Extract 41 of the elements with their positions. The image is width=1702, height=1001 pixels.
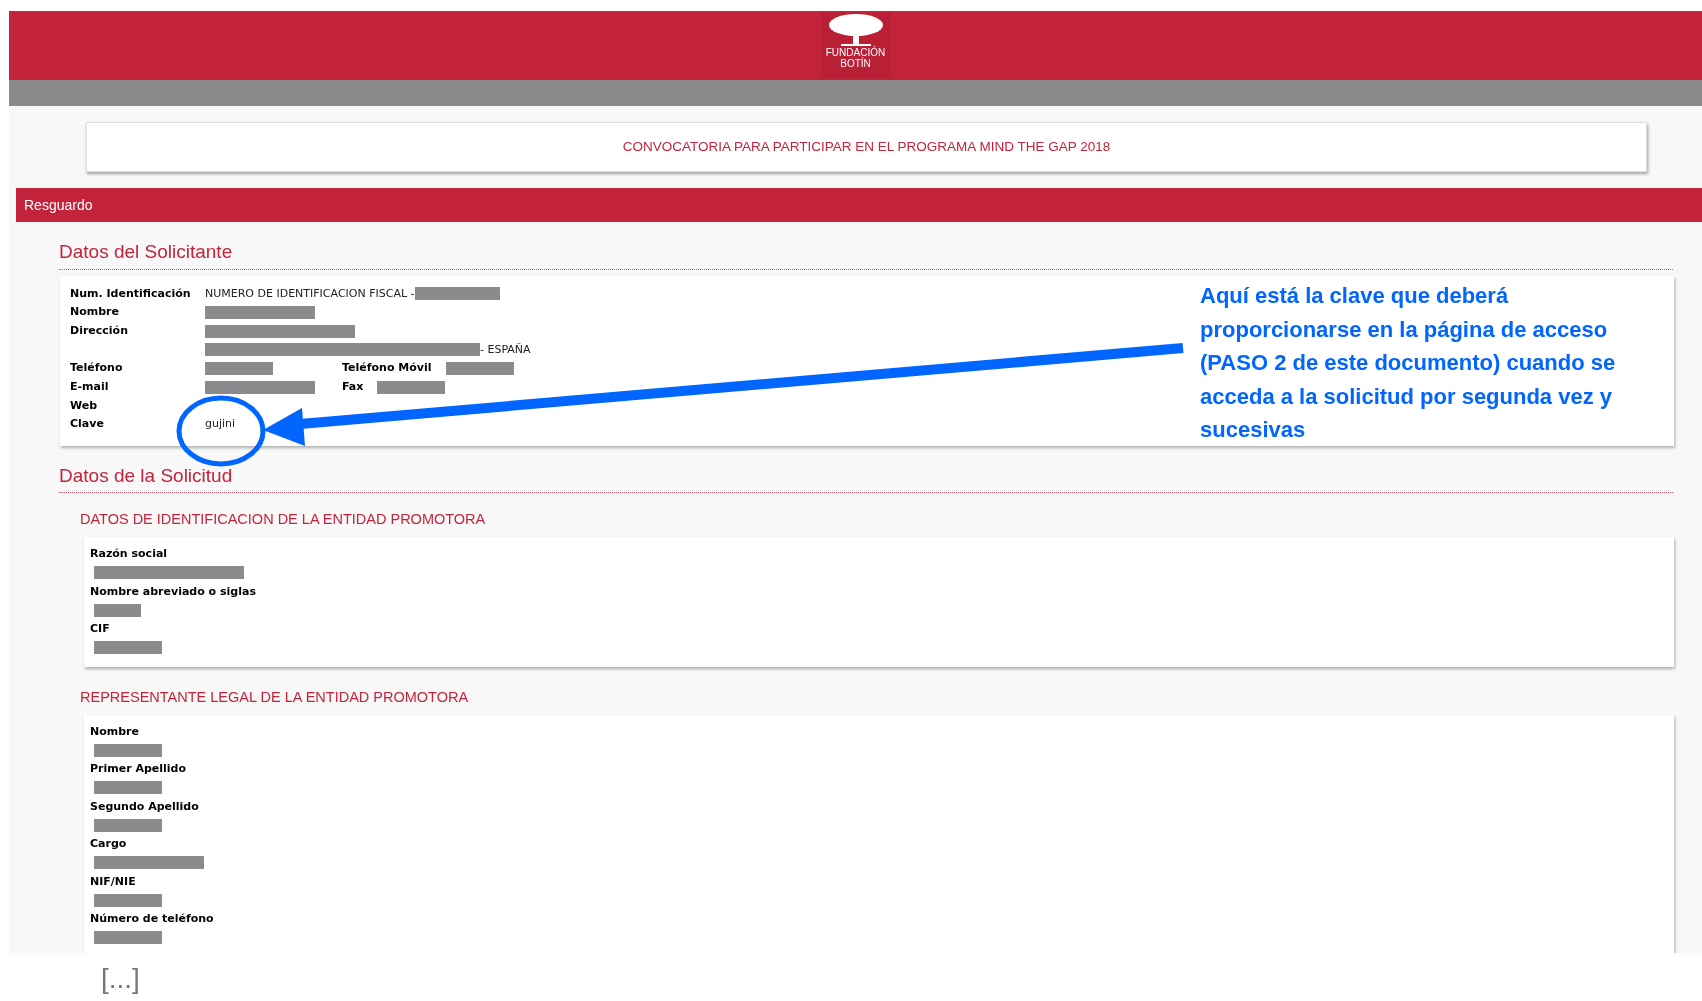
field-label: Primer Apellido: [90, 761, 188, 777]
redaction-block: [377, 380, 446, 394]
redaction-block: [94, 603, 141, 617]
field-label: CIF: [90, 621, 111, 637]
logo-text: BOTÍN: [840, 58, 871, 69]
ellipsis-text: [...]: [101, 963, 140, 994]
redaction-block: [205, 362, 273, 376]
field-label: Fax: [342, 378, 364, 395]
annotation-text: Aquí está la clave que deberá proporcionarse en la página de acceso (PASO 2 de este documento) cuando se acceda a la solicitud por segunda vez y sucesivas: [1200, 282, 1617, 444]
subsection-heading: DATOS DE IDENTIFICACION DE LA ENTIDAD PROMOTORA: [80, 511, 486, 527]
field-label: Clave: [70, 417, 104, 431]
redaction-block: [94, 931, 162, 944]
field-label: Nombre abreviado o siglas: [90, 583, 257, 600]
redaction-block: [94, 641, 162, 654]
field-label: Web: [70, 398, 98, 412]
field-label: Nombre: [90, 723, 140, 740]
redaction-block: [94, 743, 162, 757]
field-label: Número de teléfono: [90, 911, 215, 927]
field-label: Num. Identificación: [70, 286, 191, 300]
logo-text: FUNDACIÓN: [825, 47, 886, 58]
redaction-block: [94, 893, 162, 907]
field-label: Segundo Apellido: [90, 798, 200, 815]
field-label: Cargo: [90, 836, 128, 852]
subsection-heading: REPRESENTANTE LEGAL DE LA ENTIDAD PROMOTORA: [80, 688, 469, 705]
section-bar-title: Resguardo: [24, 195, 93, 215]
field-label: NIF/NIE: [90, 873, 137, 890]
field-label: Teléfono: [70, 361, 123, 375]
field-label: Razón social: [90, 546, 169, 562]
banner-title: CONVOCATORIA PARA PARTICIPAR EN EL PROGRAMA MIND THE GAP 2018: [622, 137, 1111, 156]
field-label: E-mail: [70, 379, 109, 393]
section-heading: Datos de la Solicitud: [59, 464, 233, 486]
redaction-block: [94, 781, 162, 794]
field-value: NUMERO DE IDENTIFICACION FISCAL -: [205, 285, 415, 302]
redaction-block: [445, 362, 514, 376]
field-value: gujini: [205, 416, 236, 433]
field-value: - ESPAÑA: [480, 341, 531, 358]
section-heading: Datos del Solicitante: [59, 241, 233, 262]
field-label: Dirección: [70, 323, 128, 337]
redaction-block: [94, 818, 162, 832]
field-label: Teléfono Móvil: [342, 360, 432, 377]
field-label: Nombre: [70, 305, 119, 319]
